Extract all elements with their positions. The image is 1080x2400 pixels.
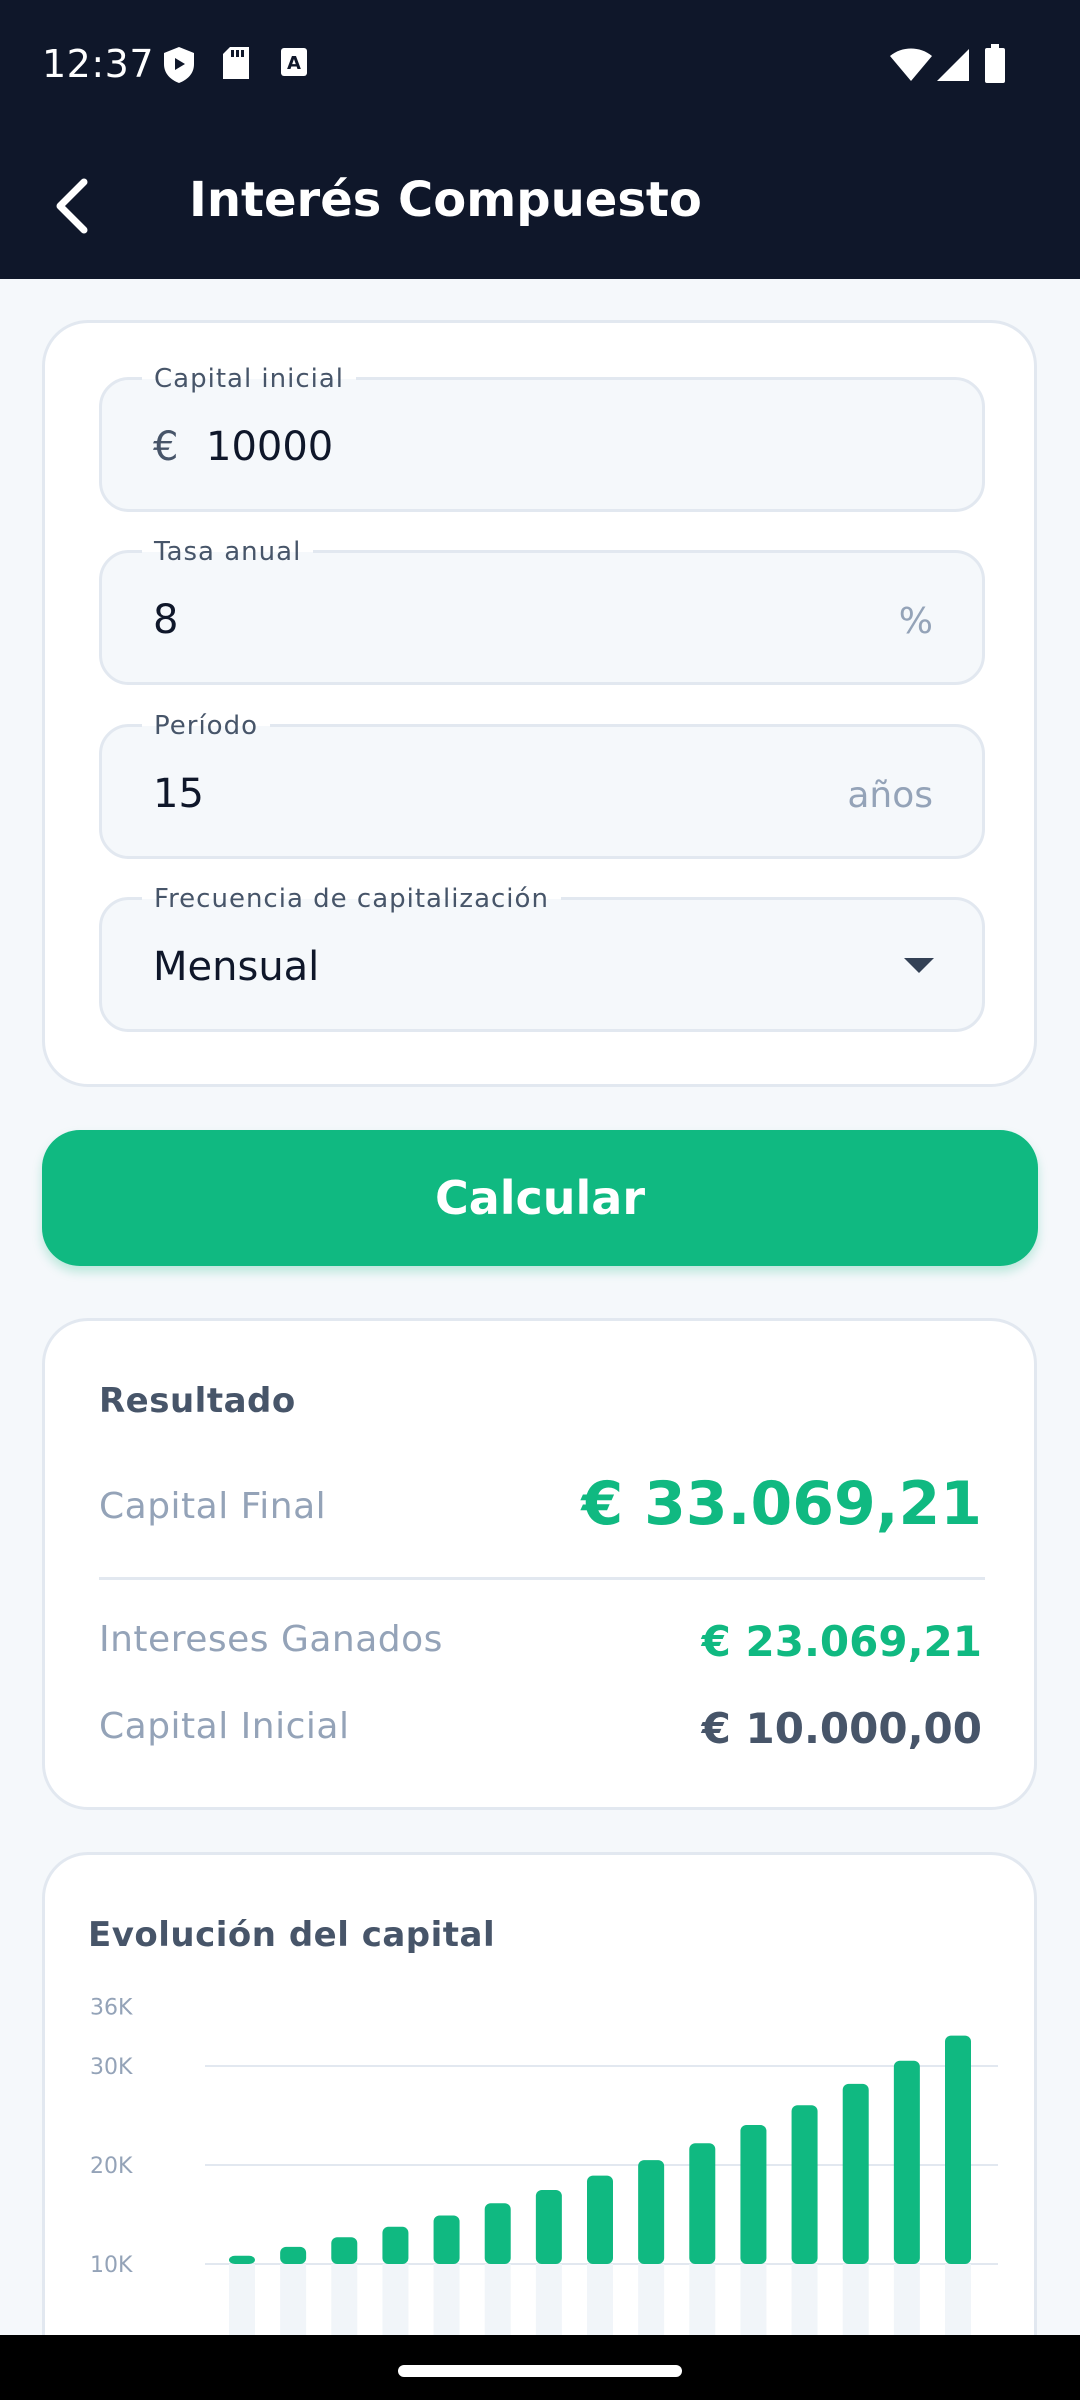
back-button[interactable] — [46, 170, 98, 242]
page-title: Interés Compuesto — [189, 172, 702, 228]
capital-bar-chart: 10K 20K 30K 36K — [90, 1996, 998, 2344]
chart-bar[interactable] — [535, 2190, 562, 2264]
chart-bar[interactable] — [791, 2105, 818, 2264]
initial-capital-label: Capital Inicial — [99, 1706, 350, 1747]
system-nav-bar — [0, 2335, 1080, 2400]
bar-shadow — [842, 2264, 869, 2344]
status-bar: 12:37 A — [0, 0, 1080, 132]
interest-value: € 23.069,21 — [701, 1617, 982, 1666]
chart-bar[interactable] — [842, 2083, 869, 2264]
chart-bar[interactable] — [587, 2175, 613, 2264]
sd-card-icon — [222, 46, 250, 85]
chart-bar[interactable] — [945, 2035, 971, 2264]
bar-shadow — [893, 2264, 920, 2344]
years-suffix: años — [847, 775, 933, 816]
chart-bar[interactable] — [893, 2060, 920, 2264]
form-card: Capital inicial € 10000 Tasa anual 8 % P… — [42, 320, 1037, 1087]
interest-label: Intereses Ganados — [99, 1619, 443, 1660]
bar-shadow — [587, 2264, 613, 2344]
bar-shadow — [740, 2264, 767, 2344]
calculate-button[interactable]: Calcular — [42, 1130, 1038, 1266]
font-a-icon: A — [280, 46, 308, 83]
chart-bar[interactable] — [433, 2215, 460, 2264]
bar-shadow — [433, 2264, 460, 2344]
capital-label: Capital inicial — [142, 364, 357, 394]
chart-bar[interactable] — [229, 2255, 255, 2264]
final-capital-value: € 33.069,21 — [581, 1469, 982, 1539]
bar-shadow — [638, 2264, 665, 2344]
initial-capital-value: € 10.000,00 — [701, 1704, 982, 1753]
bar-shadow — [229, 2264, 255, 2344]
capital-value: 10000 — [206, 424, 334, 470]
final-capital-label: Capital Final — [99, 1486, 327, 1527]
chart-card: Evolución del capital 10K 20K 30K 36K — [42, 1852, 1037, 2400]
shield-icon — [163, 46, 195, 89]
dropdown-arrow-icon — [904, 958, 934, 973]
signal-icon — [936, 48, 970, 87]
euro-prefix: € — [153, 424, 179, 470]
percent-suffix: % — [898, 601, 933, 642]
y-tick-label: 20K — [90, 2154, 133, 2179]
bar-shadow — [484, 2264, 511, 2344]
bar-shadow — [280, 2264, 307, 2344]
svg-text:A: A — [287, 53, 301, 74]
bar-shadow — [791, 2264, 818, 2344]
bar-shadow — [331, 2264, 358, 2344]
app-header: 12:37 A Interés Compuesto — [0, 0, 1080, 279]
capital-field[interactable]: Capital inicial € 10000 — [99, 364, 985, 512]
chart-bar[interactable] — [638, 2160, 665, 2264]
rate-value: 8 — [153, 597, 179, 643]
bar-shadow — [382, 2264, 409, 2344]
result-divider — [99, 1577, 985, 1580]
bar-shadow — [535, 2264, 562, 2344]
rate-field[interactable]: Tasa anual 8 % — [99, 537, 985, 685]
frequency-dropdown[interactable]: Frecuencia de capitalización Mensual — [99, 884, 985, 1032]
home-gesture-handle[interactable] — [398, 2365, 682, 2377]
battery-icon — [984, 44, 1006, 89]
period-label: Período — [142, 711, 270, 741]
bar-shadow — [689, 2264, 716, 2344]
frequency-label: Frecuencia de capitalización — [142, 884, 561, 914]
chart-bar[interactable] — [740, 2125, 767, 2264]
chevron-left-icon — [56, 178, 88, 234]
y-tick-label: 10K — [90, 2253, 133, 2278]
period-value: 15 — [153, 771, 204, 817]
chart-bar[interactable] — [382, 2226, 409, 2264]
y-tick-label: 36K — [90, 1996, 133, 2021]
chart-bar[interactable] — [331, 2237, 358, 2264]
rate-label: Tasa anual — [142, 537, 314, 567]
chart-bar[interactable] — [689, 2143, 716, 2264]
bar-shadow — [945, 2264, 971, 2344]
status-time: 12:37 — [42, 42, 155, 86]
result-card: Resultado Capital Final € 33.069,21 Inte… — [42, 1318, 1037, 1810]
chart-bar[interactable] — [280, 2246, 307, 2264]
wifi-icon — [890, 48, 932, 87]
period-field[interactable]: Período 15 años — [99, 711, 985, 859]
chart-bar[interactable] — [484, 2203, 511, 2264]
frequency-value: Mensual — [153, 944, 320, 990]
result-title: Resultado — [99, 1381, 296, 1421]
y-tick-label: 30K — [90, 2055, 133, 2080]
